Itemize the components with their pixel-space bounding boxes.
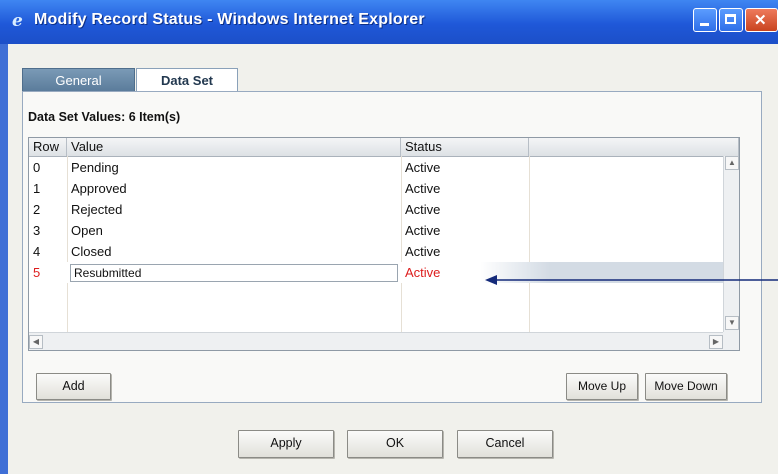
close-icon[interactable] <box>745 8 778 32</box>
cell-value: Open <box>71 223 103 238</box>
window-title: Modify Record Status - Windows Internet … <box>34 11 425 28</box>
dialog-body: General Data Set Data Set Values: 6 Item… <box>8 44 778 474</box>
scroll-left-icon[interactable]: ◀ <box>29 335 43 349</box>
scroll-right-icon[interactable]: ▶ <box>709 335 723 349</box>
cell-status: Active <box>405 202 441 217</box>
cell-row: 0 <box>33 160 41 175</box>
scroll-up-icon[interactable]: ▲ <box>725 156 739 170</box>
table-row[interactable]: 0 Pending Active <box>29 157 723 178</box>
value-edit-input[interactable]: Resubmitted <box>70 264 398 282</box>
minimize-icon[interactable] <box>693 8 717 32</box>
column-header-row[interactable]: Row <box>29 138 67 156</box>
cell-value: Closed <box>71 244 112 259</box>
column-header-filler <box>529 138 739 156</box>
table-row[interactable]: 1 Approved Active <box>29 178 723 199</box>
cell-status: Active <box>405 223 441 238</box>
title-bar[interactable]: e Modify Record Status - Windows Interne… <box>0 0 778 44</box>
cell-value: Pending <box>71 160 119 175</box>
scroll-down-icon[interactable]: ▼ <box>725 316 739 330</box>
tab-general[interactable]: General <box>22 68 135 92</box>
cell-row: 4 <box>33 244 41 259</box>
cell-value: Rejected <box>71 202 123 217</box>
cell-value: Approved <box>71 181 127 196</box>
move-up-button[interactable]: Move Up <box>566 373 638 400</box>
cell-status: Active <box>405 244 441 259</box>
ok-button[interactable]: OK <box>347 430 443 458</box>
ie-icon: e <box>12 11 23 31</box>
cell-row: 2 <box>33 202 41 217</box>
column-header-value[interactable]: Value <box>67 138 401 156</box>
maximize-icon[interactable] <box>719 8 743 32</box>
data-set-grid: Row Value Status 0 Pending Active 1 Appr… <box>28 137 740 351</box>
cancel-button[interactable]: Cancel <box>457 430 553 458</box>
scrollbar-corner <box>723 332 739 350</box>
horizontal-scrollbar[interactable]: ◀ ▶ <box>29 332 723 350</box>
add-button[interactable]: Add <box>36 373 111 400</box>
annotation-arrow-icon <box>485 275 778 285</box>
column-header-status[interactable]: Status <box>401 138 529 156</box>
move-down-button[interactable]: Move Down <box>645 373 727 400</box>
table-row[interactable]: 3 Open Active <box>29 220 723 241</box>
cell-row: 5 <box>33 265 41 280</box>
cell-row: 1 <box>33 181 41 196</box>
vertical-scrollbar[interactable]: ▲ ▼ <box>723 156 739 332</box>
browser-window: e Modify Record Status - Windows Interne… <box>0 0 778 474</box>
table-row[interactable]: 2 Rejected Active <box>29 199 723 220</box>
data-set-heading: Data Set Values: 6 Item(s) <box>28 110 181 124</box>
cell-row: 3 <box>33 223 41 238</box>
cell-status: Active <box>405 181 441 196</box>
table-row[interactable]: 4 Closed Active <box>29 241 723 262</box>
cell-status: Active <box>405 160 441 175</box>
tab-data-set[interactable]: Data Set <box>136 68 238 92</box>
apply-button[interactable]: Apply <box>238 430 334 458</box>
grid-header: Row Value Status <box>29 138 739 157</box>
